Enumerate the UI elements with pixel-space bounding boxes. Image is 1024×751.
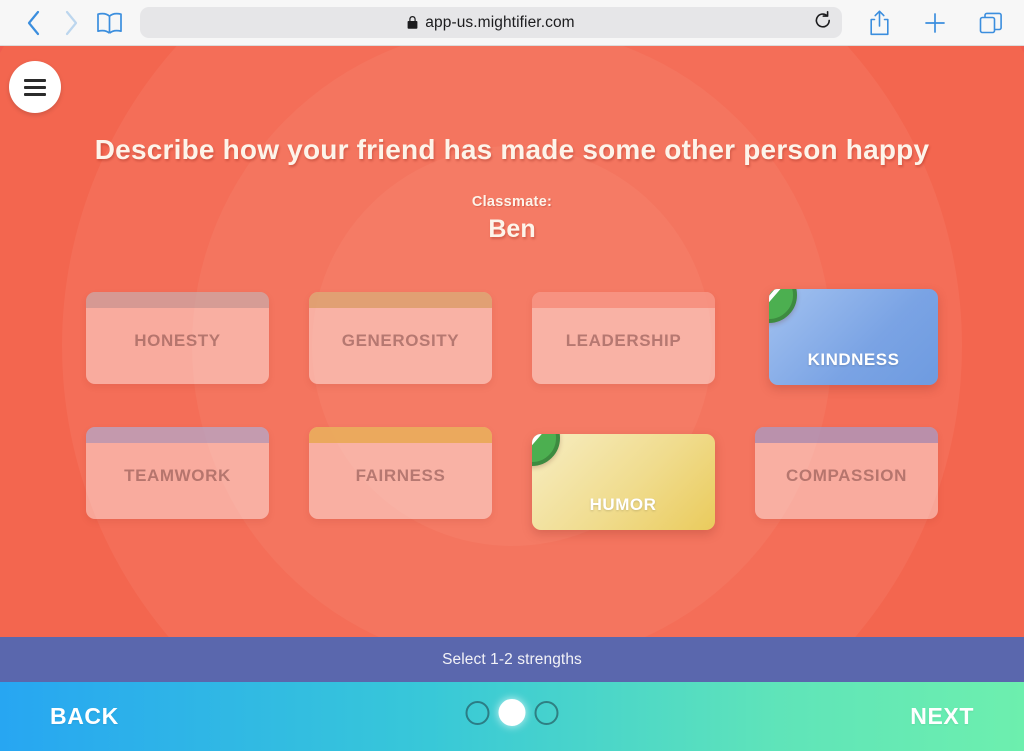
reload-button[interactable] (812, 10, 834, 35)
page-dot-2[interactable] (498, 699, 526, 726)
hamburger-menu-icon-bar (24, 92, 46, 96)
lock-icon (407, 16, 418, 29)
share-icon (869, 9, 890, 36)
strength-card-fairness[interactable]: FAIRNESS (309, 427, 492, 519)
strength-card-honesty[interactable]: HONESTY (86, 292, 269, 384)
browser-forward-button[interactable] (52, 4, 90, 42)
strength-card-accent-strip (309, 292, 492, 308)
strength-card-accent-strip (86, 427, 269, 443)
strength-label: GENEROSITY (341, 331, 460, 350)
strength-card-compassion[interactable]: COMPASSION (755, 427, 938, 519)
chevron-right-icon (64, 10, 79, 36)
hamburger-menu-icon-bar (24, 85, 46, 89)
strength-cell: GENEROSITY (309, 273, 492, 403)
strength-cell: LEADERSHIP (532, 273, 715, 403)
new-tab-button[interactable] (916, 4, 954, 42)
strength-label: COMPASSION (786, 466, 907, 485)
book-icon (96, 12, 122, 34)
strength-cell: HUMOR (531, 408, 715, 538)
classmate-name: Ben (488, 215, 536, 243)
selected-check-icon (531, 434, 560, 466)
strength-label: HUMOR (589, 495, 657, 514)
address-bar[interactable]: app-us.mightifier.com (140, 7, 842, 38)
page-title: Describe how your friend has made some o… (94, 134, 930, 165)
strength-card-generosity[interactable]: GENEROSITY (309, 292, 492, 384)
share-button[interactable] (860, 4, 898, 42)
plus-icon (923, 11, 947, 35)
strength-label: FAIRNESS (355, 466, 446, 485)
menu-button[interactable] (9, 61, 61, 113)
strength-card-leadership[interactable]: LEADERSHIP (532, 292, 715, 384)
strength-card-accent-strip (755, 427, 938, 443)
strength-cell: KINDNESS (755, 273, 938, 403)
strength-card-accent-strip (86, 292, 269, 308)
page-dot-3[interactable] (534, 700, 559, 725)
app-root: app-us.mightifier.com Describe how your … (0, 0, 1024, 751)
page-indicator (465, 699, 559, 726)
strength-cell: FAIRNESS (309, 408, 492, 538)
strength-cell: HONESTY (86, 273, 269, 403)
strength-card-accent-strip (532, 292, 715, 308)
strength-card-accent-strip (309, 427, 492, 443)
strength-card-kindness[interactable]: KINDNESS (769, 289, 938, 385)
hamburger-menu-icon-bar (24, 78, 46, 82)
classmate-label: Classmate: (471, 194, 553, 210)
selected-check-icon (769, 289, 797, 323)
app-stage: Describe how your friend has made some o… (0, 46, 1024, 637)
strength-grid: HONESTY GENEROSITY LEADERSHIP KINDNESS TEAMW… (72, 273, 952, 538)
page-dot-1[interactable] (465, 700, 490, 725)
strength-label: HONESTY (134, 331, 221, 350)
url-text: app-us.mightifier.com (425, 13, 575, 31)
classmate-block: Classmate: Ben (0, 194, 1024, 244)
strength-card-teamwork[interactable]: TEAMWORK (86, 427, 269, 519)
reload-icon (814, 10, 832, 35)
browser-back-button[interactable] (14, 4, 52, 42)
selection-hint-bar: Select 1-2 strengths (0, 637, 1024, 682)
strength-label: LEADERSHIP (565, 331, 682, 350)
strength-card-humor[interactable]: HUMOR (531, 434, 715, 530)
tab-overview-button[interactable] (972, 4, 1010, 42)
strength-cell: COMPASSION (755, 408, 938, 538)
strength-cell: TEAMWORK (86, 408, 269, 538)
chevron-left-icon (26, 10, 41, 36)
browser-toolbar: app-us.mightifier.com (0, 0, 1024, 46)
strength-label: KINDNESS (807, 350, 900, 369)
selection-hint-text: Select 1-2 strengths (442, 650, 582, 668)
strength-label: TEAMWORK (124, 466, 231, 485)
back-button[interactable]: BACK (50, 703, 119, 730)
tabs-icon (979, 11, 1003, 35)
next-button[interactable]: NEXT (910, 703, 974, 730)
bookmarks-button[interactable] (90, 4, 128, 42)
bottom-nav-bar: BACK NEXT (0, 682, 1024, 751)
